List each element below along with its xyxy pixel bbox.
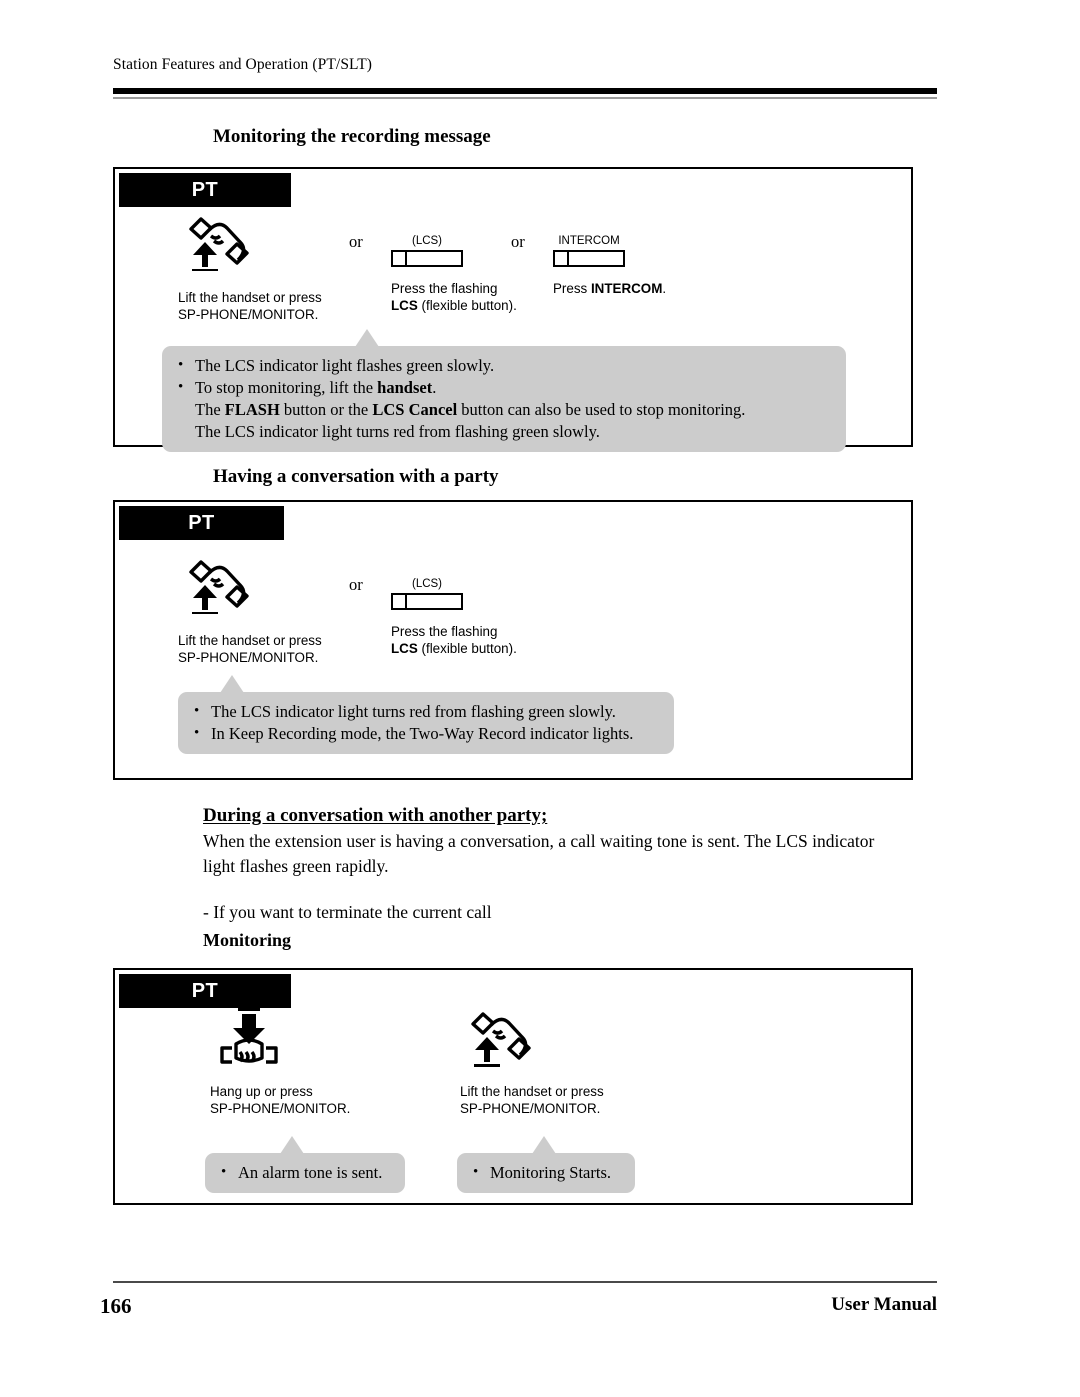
step-caption-line2: SP-PHONE/MONITOR. — [460, 1100, 601, 1116]
step-caption-line1: Press the flashing — [391, 281, 498, 296]
hang-up-icon — [210, 1007, 390, 1068]
callout-line-3-bold2: LCS Cancel — [372, 400, 458, 419]
section-title-having-conversation: Having a conversation with a party — [213, 466, 499, 487]
callout-line-2: In Keep Recording mode, the Two-Way Reco… — [192, 722, 660, 745]
callout-line-1: The LCS indicator light flashes green sl… — [176, 354, 832, 377]
flexible-button-body — [391, 593, 463, 610]
flexible-button-label: (LCS) — [411, 235, 443, 247]
step-caption-line1: Press INTERCOM. — [553, 281, 743, 298]
callout-line-1: The LCS indicator light turns red from f… — [192, 700, 660, 723]
callout-line-1: Monitoring Starts. — [471, 1161, 621, 1184]
intercom-button-led — [555, 252, 569, 265]
body-paragraph: When the extension user is having a conv… — [203, 829, 963, 879]
flexible-button-label: (LCS) — [411, 578, 443, 590]
callout-line-1: An alarm tone is sent. — [219, 1161, 391, 1184]
flexible-button-body — [391, 250, 463, 267]
step-lift-handset-2: Lift the handset or press SP-PHONE/MONIT… — [178, 554, 363, 666]
body-paragraph-line2: light flashes green rapidly. — [203, 856, 389, 876]
flexible-button-icon[interactable]: (LCS) — [391, 235, 561, 267]
or-connector-1b: or — [511, 232, 525, 251]
callout-line-3-mid: button or the — [279, 400, 373, 419]
step-caption-line2: LCS (flexible button). — [391, 298, 561, 315]
step-hang-up: Hang up or press SP-PHONE/MONITOR. An al… — [205, 1007, 405, 1193]
callout-line-2: To stop monitoring, lift the handset. — [176, 376, 832, 399]
section-title-during-conversation: During a conversation with another party… — [203, 805, 548, 826]
step-caption-line1: Lift the handset or press — [178, 290, 322, 305]
or-connector-2: or — [349, 575, 363, 594]
intercom-button-body — [553, 250, 625, 267]
section-title-monitoring-recording-message: Monitoring the recording message — [213, 126, 491, 147]
step-caption-line2: SP-PHONE/MONITOR. — [178, 649, 319, 665]
callout-line-3-bold1: FLASH — [224, 400, 280, 419]
callout-tail-2 — [220, 675, 244, 693]
manual-label: User Manual — [831, 1294, 937, 1315]
document-page: Station Features and Operation (PT/SLT) … — [0, 0, 1080, 1397]
step-lift-handset-3: Lift the handset or press SP-PHONE/MONIT… — [457, 1008, 650, 1193]
callout-line-2-post: . — [432, 378, 437, 397]
step-caption-line1: Lift the handset or press — [460, 1084, 604, 1099]
callout-alarm-tone: An alarm tone is sent. — [205, 1136, 405, 1193]
callout-tail-3b — [532, 1136, 556, 1154]
callout-tail-1 — [355, 329, 379, 347]
flexible-button-led — [393, 595, 407, 608]
intercom-button-icon[interactable]: INTERCOM — [553, 235, 743, 267]
lift-handset-icon — [460, 1008, 650, 1068]
pt-panel-2: PT Lift the handset or press SP-PHONE/MO… — [113, 500, 913, 780]
footer-rule — [113, 1281, 937, 1283]
callout-line-3: The FLASH button or the LCS Cancel butto… — [176, 399, 832, 421]
step-caption-line1: Hang up or press — [210, 1084, 313, 1099]
callout-line-4: The LCS indicator light turns red from f… — [195, 422, 600, 441]
lcs-rest: (flexible button). — [417, 297, 517, 313]
pt-panel-3: PT Hang up or press SP-PHONE/MONITOR. • … — [113, 968, 913, 1205]
pt-panel-1: PT Lift the handset or press SP-PHONE/MO… — [113, 167, 913, 452]
step-caption-line1: Press the flashing — [391, 624, 498, 639]
callout-note-2: The LCS indicator light turns red from f… — [178, 675, 674, 754]
header-rule-thin — [113, 97, 937, 99]
step-caption-line2: SP-PHONE/MONITOR. — [210, 1100, 351, 1116]
step-caption-line2: SP-PHONE/MONITOR. — [178, 306, 319, 322]
page-number: 166 — [100, 1294, 132, 1318]
header-rule-thick — [113, 88, 937, 94]
terminate-call-note: - If you want to terminate the current c… — [203, 902, 492, 922]
or-connector-1a: or — [349, 232, 363, 251]
step-press-lcs-1: (LCS) Press the flashing LCS (flexible b… — [391, 211, 561, 314]
step-press-intercom-1: INTERCOM Press INTERCOM. — [553, 211, 743, 298]
pt-tab-label-1: PT — [119, 173, 291, 207]
intercom-button-label: INTERCOM — [558, 235, 620, 247]
callout-line-2-pre: To stop monitoring, lift the — [195, 378, 378, 397]
step-lift-handset-1: Lift the handset or press SP-PHONE/MONIT… — [178, 211, 363, 323]
callout-monitoring-starts: Monitoring Starts. — [457, 1136, 635, 1193]
callout-note-1: The LCS indicator light flashes green sl… — [162, 329, 846, 452]
callout-line-2-bold: handset — [377, 378, 433, 397]
callout-line-3-post: button can also be used to stop monitori… — [457, 400, 746, 419]
running-header: Station Features and Operation (PT/SLT) — [113, 56, 373, 73]
lcs-bold: LCS — [391, 640, 418, 656]
callout-line-3-pre: The — [195, 400, 225, 419]
intercom-tail: . — [662, 281, 667, 296]
lift-handset-icon — [178, 211, 363, 271]
pt-tab-label-2: PT — [119, 506, 284, 540]
lcs-rest: (flexible button). — [417, 640, 517, 656]
intercom-bold: INTERCOM — [590, 281, 663, 296]
flexible-button-icon[interactable]: (LCS) — [391, 578, 561, 610]
step-caption-line1: Lift the handset or press — [178, 633, 322, 648]
lift-handset-icon — [178, 554, 363, 614]
body-paragraph-line1: When the extension user is having a conv… — [203, 831, 875, 851]
callout-tail-3a — [280, 1136, 304, 1154]
pt-tab-label-3: PT — [119, 974, 291, 1008]
lcs-bold: LCS — [391, 297, 418, 313]
step-caption-line2: LCS (flexible button). — [391, 641, 561, 658]
step-press-lcs-2: (LCS) Press the flashing LCS (flexible b… — [391, 554, 561, 657]
subsection-title-monitoring: Monitoring — [203, 930, 291, 950]
flexible-button-led — [393, 252, 407, 265]
intercom-pre: Press — [553, 281, 591, 296]
